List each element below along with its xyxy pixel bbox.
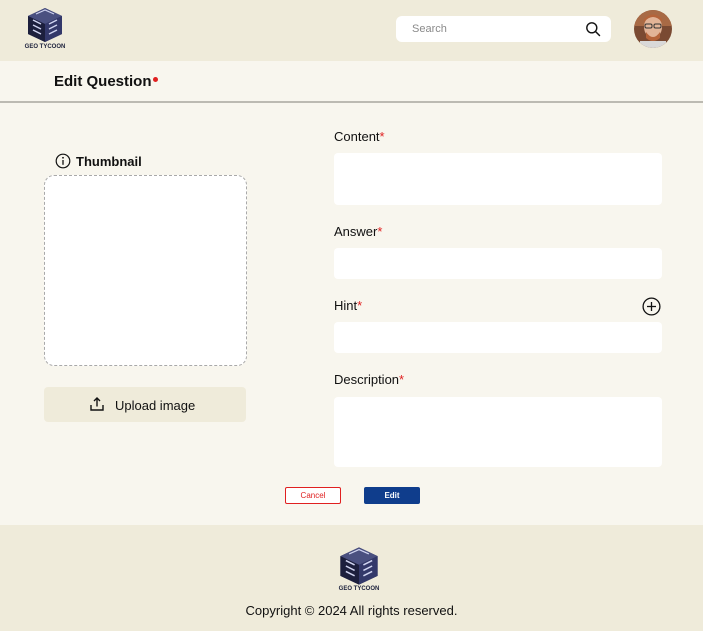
title-bar: Edit Question [0, 61, 703, 103]
add-hint-plus-icon[interactable] [642, 297, 661, 316]
search-input[interactable] [412, 21, 577, 37]
avatar-photo [634, 10, 672, 48]
required-dot-icon [153, 77, 158, 82]
page-title: Edit Question [54, 73, 152, 90]
logo-text: GEO TYCOON [24, 44, 66, 50]
user-avatar[interactable] [634, 10, 672, 48]
geo-tycoon-logo[interactable]: GEO TYCOON [24, 6, 66, 52]
upload-image-label: Upload image [115, 398, 196, 413]
answer-label: Answer* [334, 224, 383, 239]
footer: GEO TYCOON Copyright © 2024 All rights r… [0, 525, 703, 631]
description-field[interactable] [334, 397, 662, 467]
footer-logo-cube-icon [340, 547, 378, 585]
search-bar [396, 16, 611, 42]
hint-label: Hint* [334, 298, 363, 313]
info-icon[interactable] [55, 153, 71, 169]
hint-field[interactable] [334, 322, 662, 353]
upload-image-button[interactable]: Upload image [44, 387, 246, 422]
copyright-text: Copyright © 2024 All rights reserved. [245, 603, 458, 618]
upload-icon [90, 397, 104, 411]
answer-field[interactable] [334, 248, 662, 279]
top-header: GEO TYCOON [0, 0, 703, 61]
edit-button[interactable]: Edit [364, 487, 420, 504]
content-field[interactable] [334, 153, 662, 205]
logo-cube-icon [28, 8, 62, 42]
thumbnail-label: Thumbnail [76, 154, 142, 169]
cancel-button[interactable]: Cancel [285, 487, 341, 504]
description-label: Description* [334, 372, 405, 387]
search-icon[interactable] [585, 21, 601, 37]
footer-logo-text: GEO TYCOON [338, 586, 380, 592]
content-label: Content* [334, 129, 385, 144]
thumbnail-dropzone[interactable] [44, 175, 247, 366]
footer-logo[interactable]: GEO TYCOON [336, 545, 382, 595]
